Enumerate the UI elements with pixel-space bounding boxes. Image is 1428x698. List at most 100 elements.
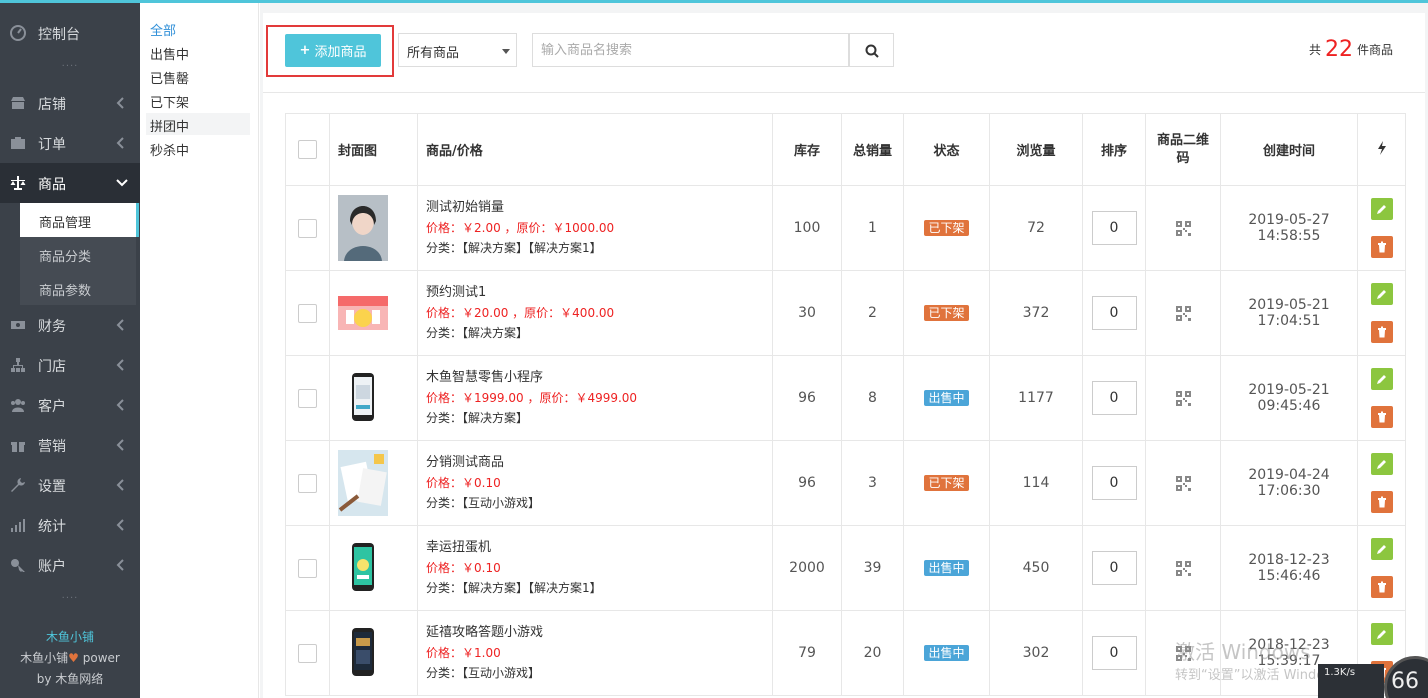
search-input[interactable] [532, 33, 849, 67]
plus-icon: + [299, 43, 311, 58]
users-icon [11, 399, 25, 412]
delete-button[interactable] [1370, 236, 1393, 258]
edit-button[interactable] [1370, 538, 1393, 560]
trash-icon [1377, 326, 1386, 338]
filter-all[interactable]: 全部 [146, 17, 250, 39]
brand-footer: 木鱼小铺 木鱼小铺♥ power by 木鱼网络 [0, 627, 140, 690]
status-badge[interactable]: 已下架 [924, 220, 969, 236]
edit-button[interactable] [1370, 368, 1393, 390]
sort-input[interactable] [1091, 466, 1137, 500]
row-checkbox[interactable] [298, 643, 317, 663]
caret-down-icon [502, 49, 510, 54]
qrcode-icon[interactable] [1175, 390, 1191, 406]
product-name[interactable]: 幸运扭蛋机 [426, 538, 772, 558]
edit-button[interactable] [1370, 198, 1393, 220]
edit-button[interactable] [1370, 283, 1393, 305]
edit-button[interactable] [1370, 453, 1393, 475]
product-name[interactable]: 分销测试商品 [426, 453, 772, 473]
sort-input[interactable] [1091, 551, 1137, 585]
delete-button[interactable] [1370, 491, 1393, 513]
qrcode-icon[interactable] [1175, 560, 1191, 576]
stock-cell: 96 [772, 440, 842, 526]
brand-by: by 木鱼网络 [36, 672, 104, 686]
stock-cell: 79 [772, 610, 842, 696]
col-cover: 封面图 [329, 113, 418, 186]
qrcode-icon[interactable] [1175, 475, 1191, 491]
sidebar-item-dashboard[interactable]: 控制台 [0, 13, 140, 53]
sort-input[interactable] [1091, 211, 1137, 245]
filter-on-sale[interactable]: 出售中 [146, 41, 250, 63]
row-select-cell [285, 525, 330, 611]
net-speed-widget: 1.3K/s [1318, 664, 1384, 698]
sidebar-item-marketing[interactable]: 营销 [0, 425, 140, 465]
row-select-cell [285, 185, 330, 271]
goods-info-cell: 幸运扭蛋机价格：￥0.10 分类：【解决方案】【解决方案1】 [417, 525, 773, 611]
filter-flash-sale[interactable]: 秒杀中 [146, 137, 250, 159]
product-thumbnail [338, 296, 388, 330]
gift-icon [11, 440, 25, 452]
store-icon [11, 358, 25, 372]
sidebar-item-account[interactable]: 账户 [0, 545, 140, 585]
product-name[interactable]: 木鱼智慧零售小程序 [426, 368, 772, 388]
status-badge[interactable]: 已下架 [924, 475, 969, 491]
stock-cell: 2000 [772, 525, 842, 611]
qrcode-icon[interactable] [1175, 305, 1191, 321]
product-name[interactable]: 延禧攻略答题小游戏 [426, 623, 772, 643]
table-row: 幸运扭蛋机 价格：￥0.10 分类：【解决方案】【解决方案1】 2000 39 出售中 45… [285, 525, 1406, 611]
search-button[interactable] [849, 33, 894, 67]
product-price: 价格：￥0.10 [426, 561, 501, 575]
sidebar-item-customer[interactable]: 客户 [0, 385, 140, 425]
product-thumbnail [352, 628, 374, 676]
sort-input[interactable] [1091, 296, 1137, 330]
row-checkbox[interactable] [298, 218, 317, 238]
delete-button[interactable] [1370, 321, 1393, 343]
delete-button[interactable] [1370, 576, 1393, 598]
sales-cell: 2 [841, 270, 904, 356]
goods-panel: +添加商品 所有商品 共22件商品 封面图 商品/价格 库存 总销量 状态 浏览… [263, 13, 1425, 698]
goods-type-select[interactable]: 所有商品 [398, 33, 517, 67]
status-cell: 出售中 [903, 525, 990, 611]
created-time-cell: 2019-05-21 17:04:51 [1220, 270, 1358, 356]
product-name[interactable]: 预约测试1 [426, 283, 772, 303]
sidebar-subitem-goods-manage[interactable]: 商品管理 [20, 203, 139, 237]
sidebar-item-goods[interactable]: 商品 [0, 163, 140, 203]
row-checkbox[interactable] [298, 558, 317, 578]
delete-button[interactable] [1370, 406, 1393, 428]
sidebar-item-settings[interactable]: 设置 [0, 465, 140, 505]
trash-icon [1377, 581, 1386, 593]
select-all-checkbox[interactable] [298, 140, 317, 159]
sidebar-item-order[interactable]: 订单 [0, 123, 140, 163]
row-checkbox[interactable] [298, 473, 317, 493]
chevron-left-icon [116, 519, 124, 531]
sort-cell [1082, 185, 1146, 271]
sidebar-subitem-goods-params[interactable]: 商品参数 [20, 271, 136, 305]
filter-off-shelf[interactable]: 已下架 [146, 89, 250, 111]
chevron-left-icon [116, 439, 124, 451]
trash-icon [1377, 411, 1386, 423]
sidebar-item-shop[interactable]: 店铺 [0, 83, 140, 123]
qrcode-icon[interactable] [1175, 220, 1191, 236]
product-name[interactable]: 测试初始销量 [426, 198, 772, 218]
sort-input[interactable] [1091, 636, 1137, 670]
add-goods-button[interactable]: + 添加商品 [285, 34, 381, 67]
sidebar-item-statistics[interactable]: 统计 [0, 505, 140, 545]
row-checkbox[interactable] [298, 303, 317, 323]
product-category: 分类：【解决方案】【解决方案1】 [426, 581, 602, 595]
status-badge[interactable]: 出售中 [924, 390, 969, 406]
status-badge[interactable]: 出售中 [924, 645, 969, 661]
edit-button[interactable] [1370, 623, 1393, 645]
sidebar-item-finance[interactable]: 财务 [0, 305, 140, 345]
filter-group-buy[interactable]: 拼团中 [146, 113, 250, 135]
sidebar-subitem-goods-category[interactable]: 商品分类 [20, 237, 136, 271]
col-goods-price: 商品/价格 [417, 113, 773, 186]
filter-sold-out[interactable]: 已售罄 [146, 65, 250, 87]
sort-input[interactable] [1091, 381, 1137, 415]
status-badge[interactable]: 已下架 [924, 305, 969, 321]
total-count: 共 22 件商品 [1309, 37, 1393, 62]
row-checkbox[interactable] [298, 388, 317, 408]
qrcode-cell [1145, 525, 1221, 611]
cover-cell [329, 355, 418, 441]
cover-cell [329, 525, 418, 611]
sidebar-item-store[interactable]: 门店 [0, 345, 140, 385]
status-badge[interactable]: 出售中 [924, 560, 969, 576]
